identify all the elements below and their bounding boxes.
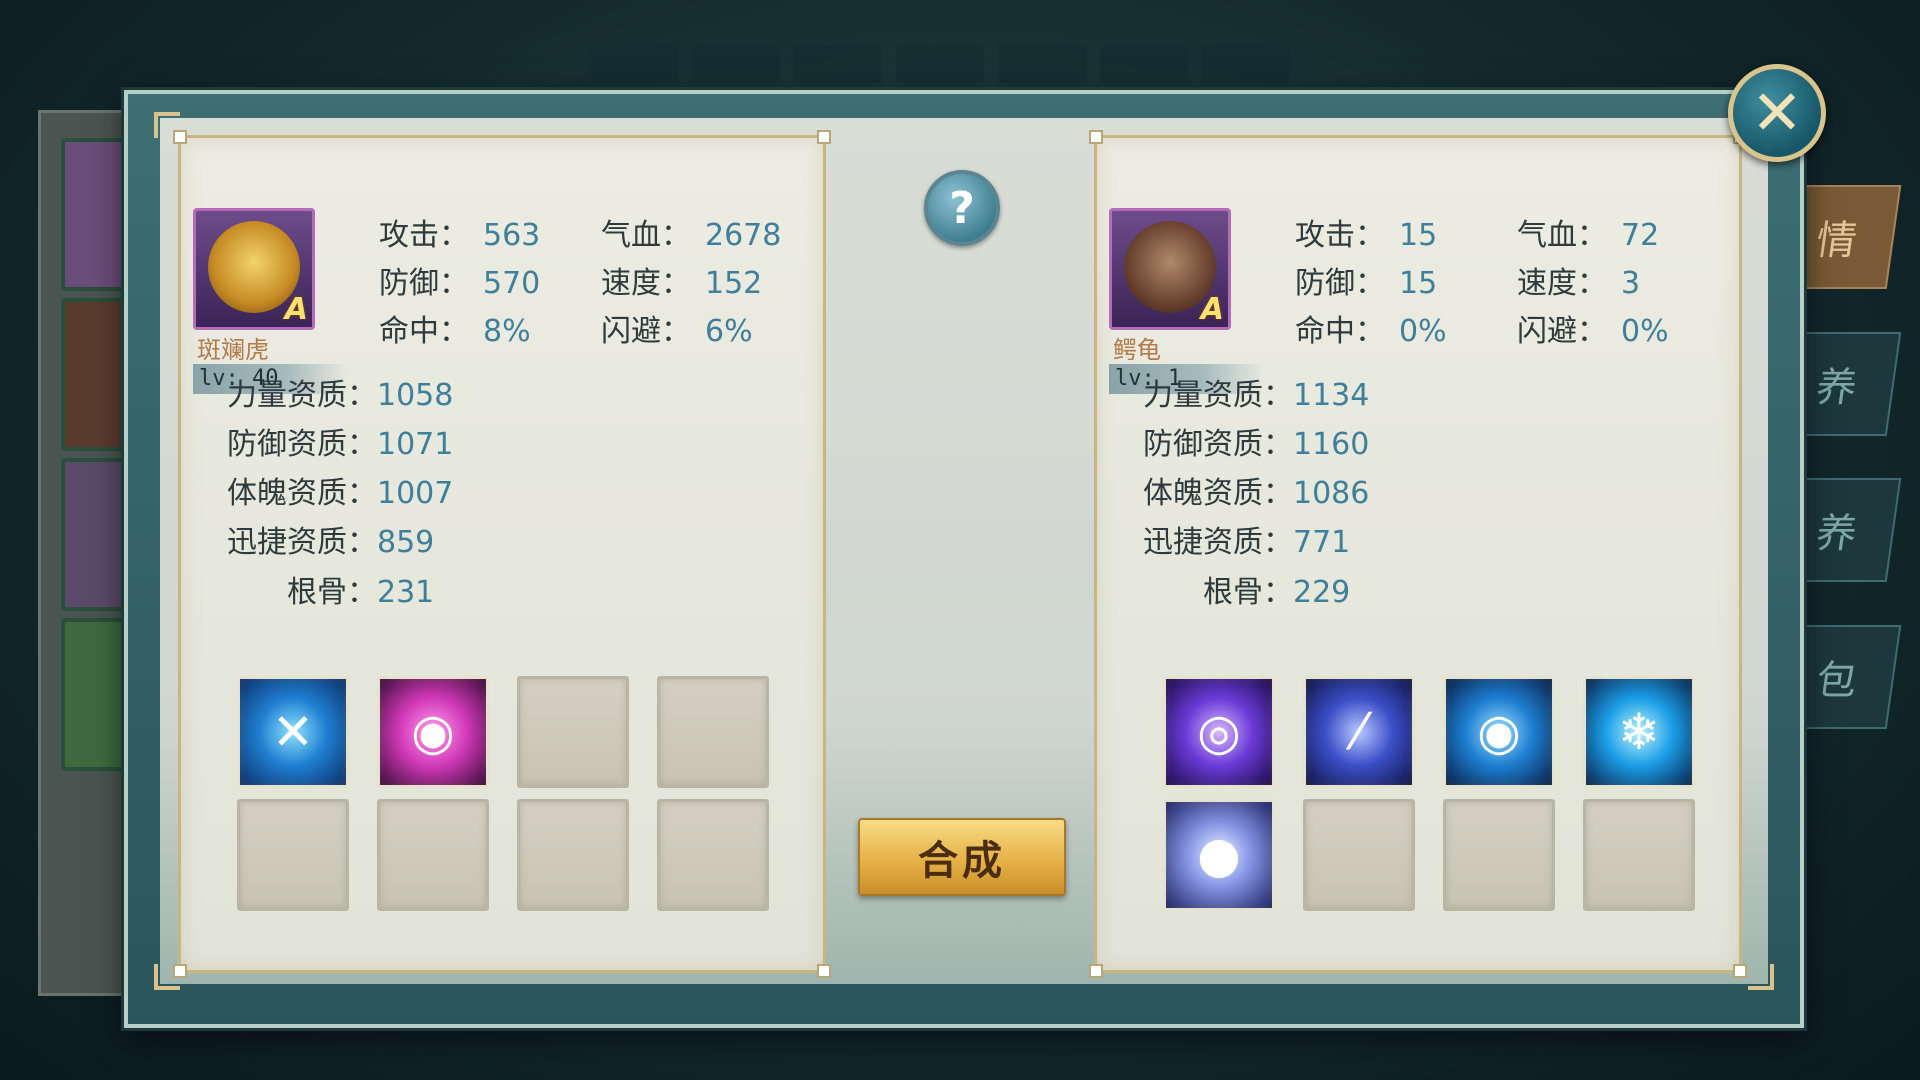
panel-corner [1733, 964, 1747, 978]
close-button[interactable]: ✕ [1728, 64, 1826, 162]
aptitude-agility: 迅捷资质：771 [1143, 525, 1351, 560]
skill-slot[interactable]: ◉ [377, 676, 489, 788]
aptitude-bone: 根骨：229 [1203, 575, 1351, 610]
aptitude-strength: 力量资质：1058 [227, 378, 454, 413]
skill-slot[interactable]: ⁄ [1303, 676, 1415, 788]
stat-accuracy: 命中： 0% [1295, 314, 1447, 349]
skill-slot[interactable]: ● [1163, 799, 1275, 911]
skill-slot-empty[interactable] [657, 799, 769, 911]
skill-slot-empty[interactable] [517, 676, 629, 788]
pet-avatar[interactable]: A [193, 208, 315, 330]
stat-attack: 攻击： 15 [1295, 218, 1438, 253]
panel-corner [817, 964, 831, 978]
skill-slot-empty[interactable] [377, 799, 489, 911]
stat-defense: 防御： 570 [379, 266, 541, 301]
stat-defense: 防御： 15 [1295, 266, 1438, 301]
skill-slot-empty[interactable] [657, 676, 769, 788]
crossed-chains-icon: ✕ [272, 703, 314, 761]
skill-slot[interactable]: ◎ [1163, 676, 1275, 788]
question-mark-icon: ? [949, 182, 975, 234]
right-pet-panel: A 鳄龟 lv: 1 攻击： 15 气血： 72 防御： 15 速度： 3 命中： 0% … [1089, 130, 1747, 978]
stat-hp: 气血： 2678 [601, 218, 782, 253]
stat-attack: 攻击： 563 [379, 218, 541, 253]
pet-avatar[interactable]: A [1109, 208, 1231, 330]
panel-corner [173, 964, 187, 978]
dialog-corner [1748, 964, 1774, 990]
stat-speed: 速度： 152 [601, 266, 763, 301]
aptitude-defense: 防御资质：1071 [227, 427, 454, 462]
left-pet-panel: A 斑斓虎 lv: 40 攻击： 563 气血： 2678 防御： 570 速度： 15… [173, 130, 831, 978]
aptitude-strength: 力量资质：1134 [1143, 378, 1370, 413]
panel-corner [173, 130, 187, 144]
skill-slot[interactable]: ❄ [1583, 676, 1695, 788]
chain-jaw-icon: ◉ [411, 703, 455, 761]
skill-slot-empty[interactable] [237, 799, 349, 911]
skill-slot-empty[interactable] [1443, 799, 1555, 911]
pet-name: 鳄龟 [1113, 336, 1161, 364]
merge-button[interactable]: 合成 [858, 818, 1066, 896]
spirit-orb-icon: ● [1197, 826, 1241, 884]
aptitude-bone: 根骨：231 [287, 575, 435, 610]
stat-accuracy: 命中： 8% [379, 314, 531, 349]
aptitude-physique: 体魄资质：1007 [227, 476, 454, 511]
aptitude-agility: 迅捷资质：859 [227, 525, 435, 560]
panel-corner [817, 130, 831, 144]
skill-slot-empty[interactable] [1583, 799, 1695, 911]
panel-corner [1089, 130, 1103, 144]
aptitude-defense: 防御资质：1160 [1143, 427, 1370, 462]
pet-grade: A [1200, 292, 1224, 327]
help-button[interactable]: ? [924, 170, 1000, 246]
panel-corner [1089, 964, 1103, 978]
pet-grade: A [284, 292, 308, 327]
pet-name: 斑斓虎 [197, 336, 269, 364]
stat-dodge: 闪避： 6% [601, 314, 753, 349]
claw-slash-icon: ⁄ [1354, 703, 1364, 761]
ice-wolf-icon: ❄ [1618, 703, 1660, 761]
close-icon: ✕ [1751, 76, 1803, 149]
purple-vortex-icon: ◎ [1197, 703, 1241, 761]
stat-dodge: 闪避： 0% [1517, 314, 1669, 349]
skill-slot-empty[interactable] [517, 799, 629, 911]
background-top-bar [590, 45, 1290, 83]
aptitude-physique: 体魄资质：1086 [1143, 476, 1370, 511]
blue-chain-jaw-icon: ◉ [1477, 703, 1521, 761]
stat-hp: 气血： 72 [1517, 218, 1660, 253]
skill-slot-empty[interactable] [1303, 799, 1415, 911]
skill-slot[interactable]: ✕ [237, 676, 349, 788]
stat-speed: 速度： 3 [1517, 266, 1641, 301]
skill-slot[interactable]: ◉ [1443, 676, 1555, 788]
